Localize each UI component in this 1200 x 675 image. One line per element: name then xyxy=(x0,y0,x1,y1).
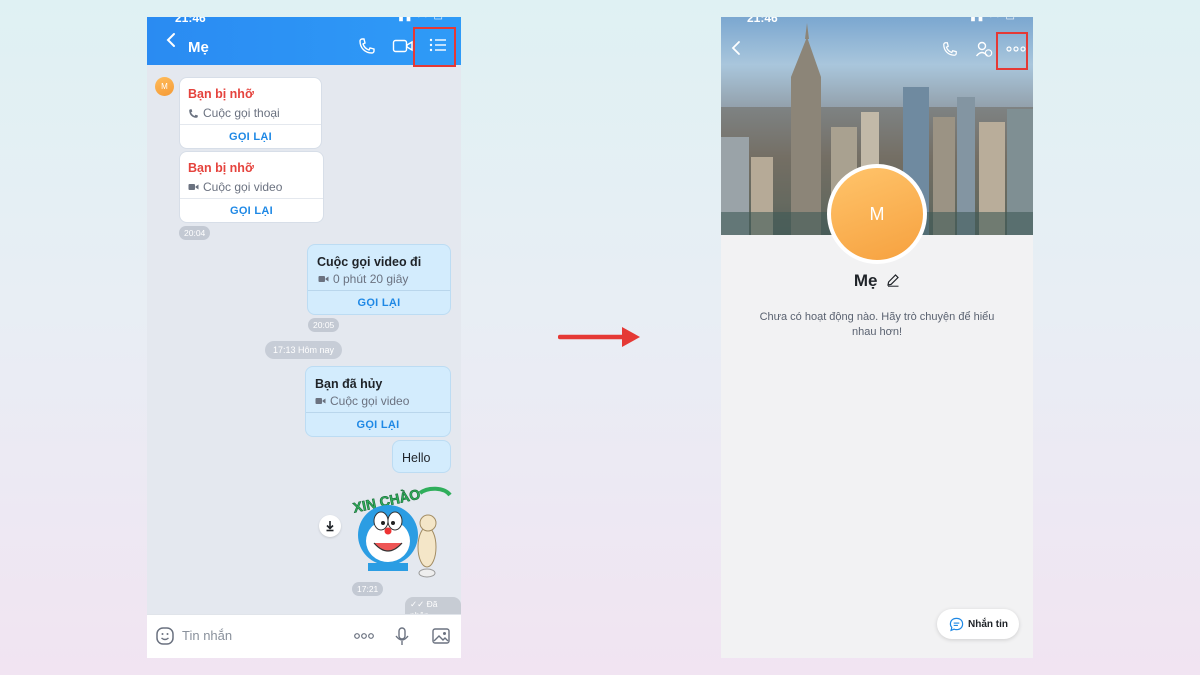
avatar[interactable]: M xyxy=(155,77,174,96)
status-icons: ▮▮ ◠ ▭ xyxy=(398,17,445,23)
missed-voice-call-bubble: Bạn bị nhỡ Cuộc gọi thoại GỌI LẠI xyxy=(179,77,322,149)
status-time: 21:46 xyxy=(175,17,206,25)
message-composer: Tin nhắn xyxy=(147,614,461,658)
message-subtitle: 0 phút 20 giây xyxy=(318,272,408,286)
message-subtitle: Cuộc gọi video xyxy=(188,180,282,194)
edit-icon[interactable] xyxy=(886,273,900,287)
emoji-icon[interactable] xyxy=(155,626,175,646)
doraemon-sticker[interactable]: XIN CHÀO xyxy=(350,479,454,579)
call-back-button[interactable]: GỌI LẠI xyxy=(180,198,323,222)
back-icon[interactable] xyxy=(729,39,745,57)
date-divider: 17:13 Hôm nay xyxy=(265,341,343,359)
image-icon[interactable] xyxy=(431,626,451,646)
message-title: Bạn bị nhỡ xyxy=(188,87,254,101)
hello-bubble: Hello xyxy=(392,440,451,473)
outgoing-video-call-bubble: Cuộc gọi video đi 0 phút 20 giây GỌI LẠI xyxy=(307,244,451,315)
video-icon[interactable] xyxy=(392,37,414,55)
add-friend-icon[interactable] xyxy=(975,40,993,58)
message-title: Bạn bị nhỡ xyxy=(188,161,254,175)
send-message-label: Nhắn tin xyxy=(968,619,1008,630)
status-time: 21:46 xyxy=(747,17,778,25)
message-title: Cuộc gọi video đi xyxy=(317,255,422,269)
chat-icon xyxy=(949,617,964,632)
message-title: Bạn đã hủy xyxy=(315,377,383,391)
message-subtitle-text: 0 phút 20 giây xyxy=(333,272,409,286)
profile-screen: 21:46 ▮▮ ◠ ▭ M Mẹ Chưa có hoạt động nào.… xyxy=(721,17,1033,658)
send-message-button[interactable]: Nhắn tin xyxy=(937,609,1019,639)
phone-icon xyxy=(189,108,198,118)
mic-icon[interactable] xyxy=(394,626,410,646)
video-icon xyxy=(318,276,329,282)
chat-title: Mẹ xyxy=(188,39,209,56)
message-text: Hello xyxy=(402,451,431,465)
message-input[interactable]: Tin nhắn xyxy=(182,628,232,643)
video-icon xyxy=(188,184,199,190)
status-icons: ▮▮ ◠ ▭ xyxy=(970,17,1017,23)
message-subtitle: Cuộc gọi video xyxy=(315,394,409,408)
message-time: 20:05 xyxy=(308,318,340,332)
missed-video-call-bubble: Bạn bị nhỡ Cuộc gọi video GỌI LẠI xyxy=(179,151,324,223)
download-icon xyxy=(326,521,334,532)
chat-screen: 21:46 ▮▮ ◠ ▭ Mẹ M Bạn bị nhỡ Cuộc gọi th… xyxy=(147,17,461,658)
empty-state-text: Chưa có hoạt động nào. Hãy trò chuyện để… xyxy=(759,311,995,338)
download-button[interactable] xyxy=(319,515,341,537)
message-subtitle-text: Cuộc gọi thoại xyxy=(203,106,280,120)
phone-icon[interactable] xyxy=(942,41,958,57)
profile-name: Mẹ xyxy=(853,271,878,290)
arrow-icon xyxy=(558,327,640,347)
call-back-button[interactable]: GỌI LẠI xyxy=(308,290,450,314)
cancelled-video-call-bubble: Bạn đã hủy Cuộc gọi video GỌI LẠI xyxy=(305,366,451,437)
profile-avatar[interactable]: M xyxy=(827,164,927,264)
list-icon-highlight xyxy=(413,27,456,67)
back-icon[interactable] xyxy=(163,30,181,50)
call-back-button[interactable]: GỌI LẠI xyxy=(180,124,321,148)
video-icon xyxy=(315,398,326,404)
more-icon[interactable] xyxy=(353,629,375,643)
message-subtitle-text: Cuộc gọi video xyxy=(203,180,283,194)
message-time: 20:04 xyxy=(179,226,211,240)
call-back-button[interactable]: GỌI LẠI xyxy=(306,412,450,436)
more-icon-highlight xyxy=(996,32,1028,70)
message-time: 17:21 xyxy=(352,582,384,596)
profile-name-row: Mẹ xyxy=(721,271,1033,291)
message-subtitle-text: Cuộc gọi video xyxy=(330,394,410,408)
message-subtitle: Cuộc gọi thoại xyxy=(188,106,280,120)
phone-icon[interactable] xyxy=(358,37,376,55)
